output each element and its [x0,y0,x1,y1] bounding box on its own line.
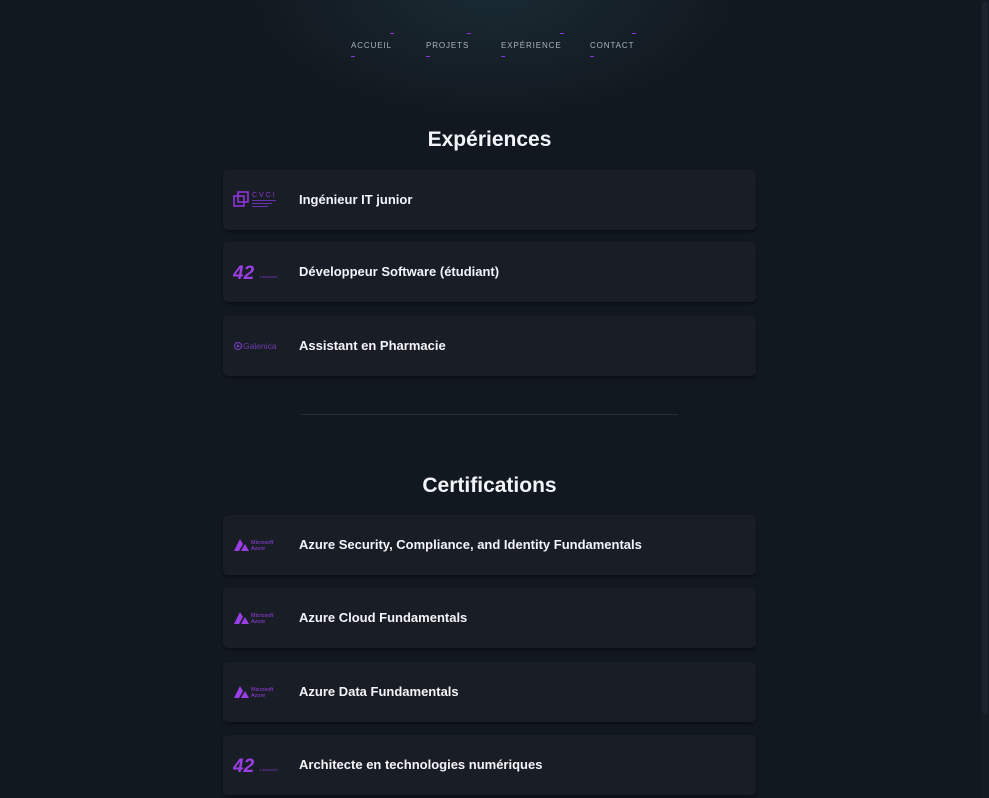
certification-card-azure-security[interactable]: Microsoft Azure Azure Security, Complian… [223,515,756,575]
42-lausanne-logo: 42 Lausanne [233,261,281,283]
microsoft-azure-logo: Microsoft Azure [233,534,281,556]
vertical-scrollbar[interactable] [981,0,989,798]
experience-card-cvci[interactable]: CVCI Ingénieur IT junior [223,170,756,230]
certification-title: Architecte en technologies numériques [299,757,543,772]
cvci-logo-text: CVCI [252,192,277,199]
header-glow [244,0,744,120]
certifications-heading: Certifications [422,474,557,497]
experience-title: Assistant en Pharmacie [299,338,446,353]
experience-title: Ingénieur IT junior [299,192,413,207]
galenica-logo-text: Galenica [243,341,277,351]
top-navigation: ACCUEIL PROJETS EXPÉRIENCE CONTACT [0,33,989,57]
azure-logo-line2: Azure [251,619,265,625]
microsoft-azure-logo: Microsoft Azure [233,681,281,703]
scrollbar-thumb[interactable] [982,2,988,714]
nav-experience-link[interactable]: EXPÉRIENCE [501,33,564,57]
nav-contact-link[interactable]: CONTACT [590,33,637,57]
experiences-heading: Expériences [427,128,552,151]
experience-title: Développeur Software (étudiant) [299,264,500,279]
42-logo-sub: Lausanne [260,274,278,279]
microsoft-azure-logo: Microsoft Azure [233,607,281,629]
certification-title: Azure Cloud Fundamentals [299,610,468,625]
nav-projets-link[interactable]: PROJETS [426,33,472,57]
42-lausanne-logo: 42 Lausanne [233,754,281,776]
section-divider [301,414,678,415]
experience-card-galenica[interactable]: Galenica Assistant en Pharmacie [223,316,756,376]
cvci-logo: CVCI [233,189,281,211]
42-logo-sub: Lausanne [260,767,278,772]
experience-card-42[interactable]: 42 Lausanne Développeur Software (étudia… [223,242,756,302]
certification-title: Azure Security, Compliance, and Identity… [299,537,642,552]
certification-card-azure-data[interactable]: Microsoft Azure Azure Data Fundamentals [223,662,756,722]
galenica-logo: Galenica [233,335,281,357]
certification-title: Azure Data Fundamentals [299,684,459,699]
certification-card-42-architecte[interactable]: 42 Lausanne Architecte en technologies n… [223,735,756,795]
42-logo-text: 42 [233,263,255,283]
42-logo-text: 42 [233,756,255,776]
nav-accueil-link[interactable]: ACCUEIL [351,33,394,57]
azure-logo-line2: Azure [251,546,265,552]
certification-card-azure-cloud[interactable]: Microsoft Azure Azure Cloud Fundamentals [223,588,756,648]
azure-logo-line2: Azure [251,693,265,699]
